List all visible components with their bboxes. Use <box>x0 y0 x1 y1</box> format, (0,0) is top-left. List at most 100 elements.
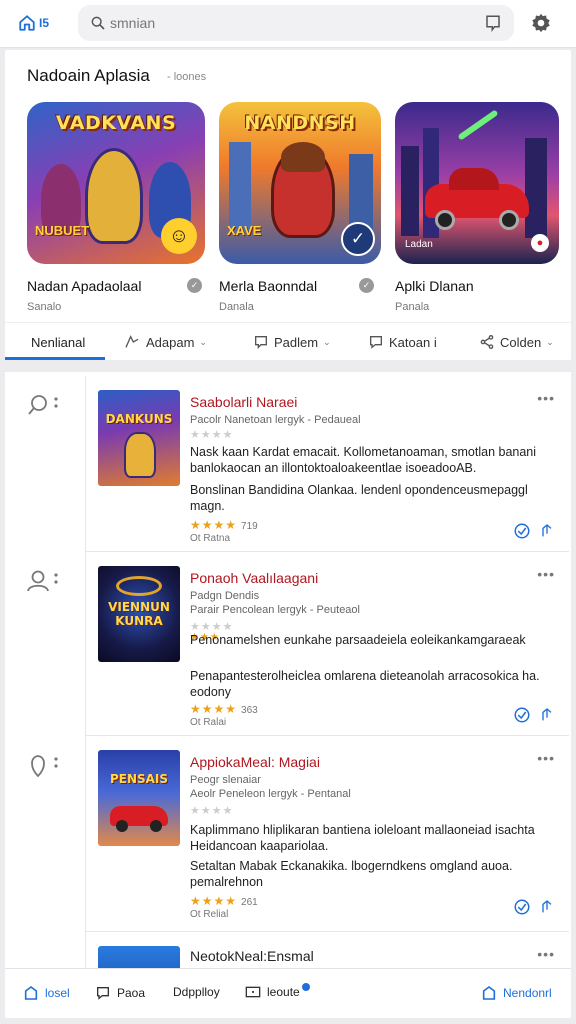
nav-messages[interactable]: Paoa <box>95 985 145 1001</box>
row-actions <box>513 898 555 916</box>
star-rating: ★★★★ 261 <box>190 894 258 908</box>
tab-padlem[interactable]: Padlem ⌄ <box>253 323 331 361</box>
app-title[interactable]: Ponaoh Vaalılaagani <box>190 570 318 586</box>
share-icon[interactable] <box>539 898 555 916</box>
chevron-down-icon: ⌄ <box>199 336 207 347</box>
app-subtitle: Aeolr Peneleon lergyk - Pentanal <box>190 788 351 800</box>
app-icon-text: DANKUNS <box>105 412 173 426</box>
tab-label: Colden <box>500 334 542 350</box>
thumbnail-badge-text: NUBUET <box>35 223 90 238</box>
app-icon[interactable]: VIENNUN KUNRA <box>98 566 180 662</box>
app-icon[interactable]: DANKUNS <box>98 390 180 486</box>
nav-label: losel <box>45 986 70 1000</box>
app-title[interactable]: AppiokaMeal: Magiai <box>190 754 320 770</box>
smiley-icon: ☺ <box>161 218 197 254</box>
search-input[interactable] <box>110 13 470 33</box>
tab-adapam[interactable]: Adapam ⌄ <box>123 323 207 361</box>
building-shape <box>525 138 547 238</box>
app-description: Setaltan Mabak Eckanakika. lbogerndkens … <box>190 859 513 889</box>
hero-figure <box>124 432 156 478</box>
car-wheel <box>116 820 128 832</box>
nav-label: Nendonrl <box>503 986 552 1000</box>
featured-app-developer: Danala <box>219 301 254 313</box>
list-item[interactable]: PENSAIS AppiokaMeal: Magiai Peogr slenai… <box>5 736 571 932</box>
rating-count: 719 <box>241 521 258 532</box>
search-icon[interactable] <box>27 394 61 416</box>
more-options-icon[interactable]: ••• <box>537 390 555 406</box>
featured-app-name[interactable]: Aplki Dlanan <box>395 278 474 294</box>
featured-app-card[interactable]: NANDNSH XAVE ✓ Merla Baonndal ✓ Danala <box>219 102 381 313</box>
chat-icon[interactable] <box>484 14 502 32</box>
verified-icon: ✓ <box>359 278 374 293</box>
app-meta: Ot Relial <box>190 909 229 920</box>
category-tabs: Nenlianal Adapam ⌄ Padlem ⌄ Katoan i Col… <box>5 322 571 360</box>
list-item[interactable]: DANKUNS Saabolarli Naraei Pacolr Nanetoa… <box>5 376 571 552</box>
app-icon[interactable]: PENSAIS <box>98 750 180 846</box>
active-tab-indicator <box>5 357 105 360</box>
building-shape <box>229 142 251 232</box>
nav-home[interactable]: losel <box>23 985 70 1001</box>
app-icon-text: PENSAIS <box>109 772 169 786</box>
list-item[interactable]: NeotokNeal:Ensmal ••• <box>5 932 571 986</box>
search-bar[interactable] <box>78 5 514 41</box>
record-icon: ● <box>531 234 549 252</box>
featured-app-name[interactable]: Nadan Apadaolaal <box>27 278 141 294</box>
featured-app-card[interactable]: Ladan ● Aplki Dlanan Panala <box>395 102 559 313</box>
car-wheel <box>435 210 455 230</box>
app-card[interactable]: NeotokNeal:Ensmal ••• <box>85 932 569 986</box>
nav-display[interactable]: Ddpplloy <box>173 985 220 999</box>
hero-hair <box>281 142 325 172</box>
tab-katoan[interactable]: Katoan i <box>368 323 437 361</box>
app-subtitle: Parair Pencolean lergyk - Peuteaol <box>190 604 360 616</box>
app-description: Kaplimmano hliplikaran bantiena ioleloan… <box>190 823 535 853</box>
app-thumbnail[interactable]: VADKVANS NUBUET ☺ <box>27 102 205 264</box>
app-title[interactable]: NeotokNeal:Ensmal <box>190 948 314 964</box>
app-card[interactable]: PENSAIS AppiokaMeal: Magiai Peogr slenai… <box>85 736 569 932</box>
home-icon <box>24 986 38 1000</box>
bottom-navigation: losel Paoa Ddpplloy leoute Nendonrl <box>5 968 571 1018</box>
star-rating-empty: ★★★★ <box>190 805 234 817</box>
share-icon[interactable] <box>539 522 555 540</box>
check-circle-icon[interactable] <box>513 522 531 540</box>
thumbnail-logo-text: NANDNSH <box>244 112 356 134</box>
nav-label: Paoa <box>117 986 146 1000</box>
chevron-down-icon: ⌄ <box>323 336 331 347</box>
featured-app-card[interactable]: VADKVANS NUBUET ☺ Nadan Apadaolaal ✓ San… <box>27 102 205 313</box>
rating-count: 363 <box>241 705 258 716</box>
gear-icon[interactable] <box>530 12 552 34</box>
home-button[interactable]: I5 <box>18 12 58 34</box>
app-thumbnail[interactable]: Ladan ● <box>395 102 559 264</box>
app-meta: Ot Ratna <box>190 533 231 544</box>
tab-colden[interactable]: Colden ⌄ <box>479 323 554 361</box>
star-rating-empty: ★★★★ <box>190 429 234 441</box>
tab-label: Padlem <box>274 334 319 350</box>
app-title[interactable]: Saabolarli Naraei <box>190 394 297 410</box>
featured-app-name[interactable]: Merla Baonndal <box>219 278 317 294</box>
check-circle-icon[interactable] <box>513 706 531 724</box>
nav-profile[interactable]: Nendonrl <box>481 985 552 1001</box>
app-card[interactable]: DANKUNS Saabolarli Naraei Pacolr Nanetoa… <box>85 376 569 552</box>
share-icon[interactable] <box>539 706 555 724</box>
app-description: Nask kaan Kardat emacait. Kollometanoama… <box>190 445 537 475</box>
more-options-icon[interactable]: ••• <box>537 566 555 582</box>
location-icon[interactable] <box>27 754 61 778</box>
tab-label: Katoan i <box>389 334 437 350</box>
car-wheel <box>150 820 162 832</box>
app-subtitle: Peogr slenaiar <box>190 774 261 786</box>
list-item[interactable]: VIENNUN KUNRA Ponaoh Vaalılaagani Padgn … <box>5 552 571 736</box>
user-icon[interactable] <box>27 570 61 592</box>
app-description: Penonamelshen eunkahe parsaadeiela eolei… <box>190 633 526 647</box>
tab-nenlianal[interactable]: Nenlianal <box>31 323 85 361</box>
app-subtitle: Pacolr Nanetoan lergyk - Pedaueal <box>190 414 361 426</box>
app-thumbnail[interactable]: NANDNSH XAVE ✓ <box>219 102 381 264</box>
check-circle-icon[interactable] <box>513 898 531 916</box>
app-card[interactable]: VIENNUN KUNRA Ponaoh Vaalılaagani Padgn … <box>85 552 569 736</box>
nav-route[interactable]: leoute <box>245 983 310 999</box>
app-subtitle: Padgn Dendis <box>190 590 260 602</box>
home-icon <box>19 15 35 31</box>
thumbnail-badge-text: XAVE <box>227 223 262 238</box>
nav-label: leoute <box>267 985 300 999</box>
more-options-icon[interactable]: ••• <box>537 750 555 766</box>
check-icon: ✓ <box>341 222 375 256</box>
more-options-icon[interactable]: ••• <box>537 946 555 962</box>
